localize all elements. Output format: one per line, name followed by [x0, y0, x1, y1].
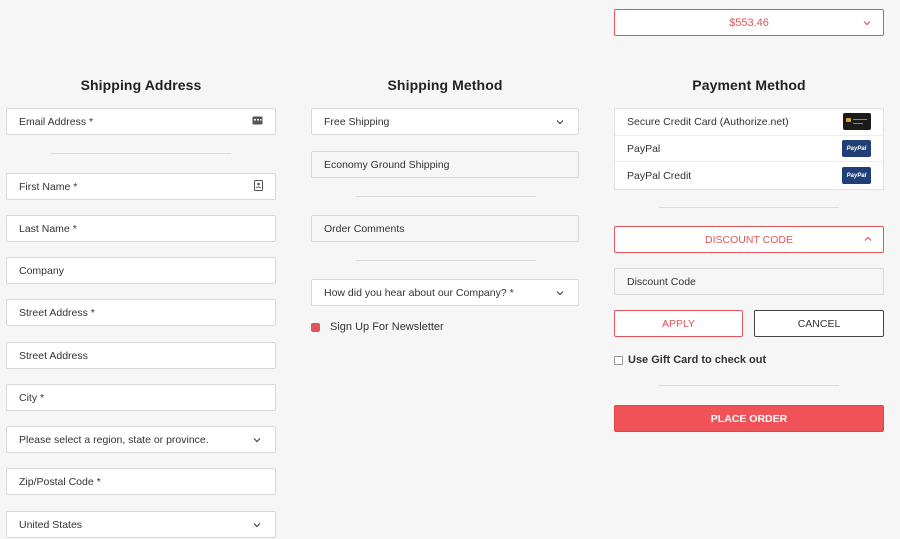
zip-field[interactable]: Zip/Postal Code * [6, 468, 276, 495]
chevron-down-icon [251, 519, 263, 531]
country-select-value: United States [19, 518, 83, 531]
discount-code-toggle[interactable]: DISCOUNT CODE [614, 226, 884, 253]
contact-book-icon [254, 179, 263, 194]
gift-card-checkbox[interactable] [614, 355, 623, 365]
shipping-method-select[interactable]: Free Shipping [311, 108, 579, 135]
street-address-2-placeholder: Street Address [19, 349, 88, 362]
payment-option-label: PayPal Credit [627, 169, 692, 182]
cancel-button[interactable]: CANCEL [754, 310, 884, 337]
divider [356, 260, 536, 261]
region-select[interactable]: Please select a region, state or provinc… [6, 426, 276, 453]
payment-option-label: PayPal [627, 142, 661, 155]
chevron-down-icon [251, 434, 263, 446]
order-comments-field[interactable]: Order Comments [311, 215, 579, 242]
place-order-button[interactable]: PLACE ORDER [614, 405, 884, 432]
last-name-field[interactable]: Last Name * [6, 215, 276, 242]
shipping-method-column: Shipping Method Free Shipping Economy Gr… [311, 0, 579, 539]
shipping-method-detail: Economy Ground Shipping [311, 151, 579, 178]
paypal-icon: PayPal [842, 140, 871, 158]
payment-option-paypal[interactable]: PayPal PayPal [615, 136, 883, 163]
email-field[interactable]: Email Address * [6, 108, 276, 135]
newsletter-checkbox-row[interactable]: Sign Up For Newsletter [311, 321, 444, 333]
discount-code-placeholder: Discount Code [627, 275, 696, 288]
discount-code-input[interactable]: Discount Code [614, 268, 884, 295]
payment-option-label: Secure Credit Card (Authorize.net) [627, 115, 789, 128]
email-placeholder: Email Address * [19, 115, 94, 128]
chevron-up-icon [863, 234, 873, 247]
credit-card-icon [843, 113, 871, 131]
company-field[interactable]: Company [6, 257, 276, 284]
newsletter-checkbox[interactable] [311, 322, 320, 332]
street-address-1-field[interactable]: Street Address * [6, 299, 276, 326]
shipping-address-column: Shipping Address Email Address * First N… [6, 0, 276, 539]
contact-card-icon [252, 116, 263, 128]
newsletter-label: Sign Up For Newsletter [330, 321, 444, 333]
zip-placeholder: Zip/Postal Code * [19, 475, 101, 488]
hear-about-select-value: How did you hear about our Company? * [324, 286, 514, 299]
order-comments-placeholder: Order Comments [324, 222, 405, 235]
payment-options-list: Secure Credit Card (Authorize.net) PayPa… [614, 108, 884, 191]
city-placeholder: City * [19, 391, 45, 404]
street-address-2-field[interactable]: Street Address [6, 342, 276, 369]
chevron-down-icon [554, 287, 566, 299]
payment-option-paypal-credit[interactable]: PayPal Credit PayPal [615, 162, 883, 189]
apply-button-label: APPLY [661, 317, 696, 330]
region-select-value: Please select a region, state or provinc… [19, 433, 209, 446]
shipping-method-select-value: Free Shipping [324, 115, 390, 128]
company-placeholder: Company [19, 264, 64, 277]
payment-method-heading: Payment Method [692, 77, 806, 93]
first-name-field[interactable]: First Name * [6, 173, 276, 200]
hear-about-select[interactable]: How did you hear about our Company? * [311, 279, 579, 306]
gift-card-label: Use Gift Card to check out [628, 354, 767, 366]
cancel-button-label: CANCEL [797, 317, 841, 330]
shipping-address-heading: Shipping Address [80, 77, 202, 93]
divider [659, 207, 839, 208]
shipping-method-heading: Shipping Method [387, 77, 503, 93]
discount-code-toggle-label: DISCOUNT CODE [705, 233, 793, 246]
shipping-method-detail-text: Economy Ground Shipping [324, 158, 450, 171]
last-name-placeholder: Last Name * [19, 222, 77, 235]
divider [356, 196, 536, 197]
first-name-placeholder: First Name * [19, 180, 78, 193]
gift-card-checkbox-row[interactable]: Use Gift Card to check out [614, 354, 766, 366]
country-select[interactable]: United States [6, 511, 276, 538]
payment-method-column: Payment Method Secure Credit Card (Autho… [614, 0, 884, 539]
chevron-down-icon [554, 116, 566, 128]
divider [659, 385, 839, 386]
payment-option-credit-card[interactable]: Secure Credit Card (Authorize.net) [615, 109, 883, 136]
street-address-1-placeholder: Street Address * [19, 306, 95, 319]
city-field[interactable]: City * [6, 384, 276, 411]
place-order-button-label: PLACE ORDER [710, 412, 788, 425]
paypal-icon: PayPal [842, 167, 871, 185]
divider [51, 153, 231, 154]
apply-button[interactable]: APPLY [614, 310, 743, 337]
